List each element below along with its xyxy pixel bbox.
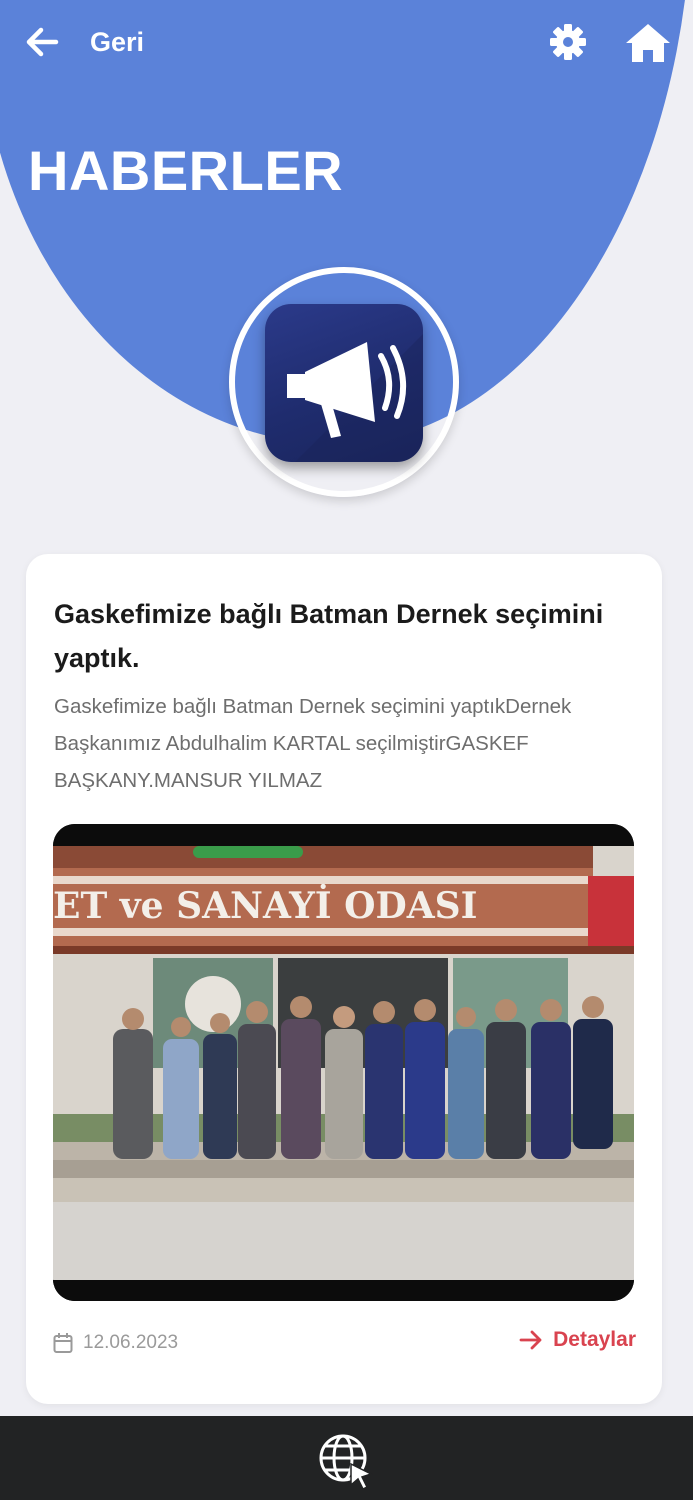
footer-bar (0, 1416, 693, 1500)
top-bar: Geri (0, 0, 693, 90)
photo-sign-text: ET ve SANAYİ ODASI (53, 884, 478, 927)
details-link[interactable]: Detaylar (519, 1328, 636, 1352)
back-button[interactable]: Geri (24, 22, 144, 62)
news-title: Gaskefimize bağlı Batman Dernek seçimini… (54, 599, 604, 673)
home-icon[interactable] (624, 22, 672, 64)
megaphone-icon (287, 334, 423, 462)
news-badge (265, 304, 423, 462)
gear-icon[interactable] (548, 22, 588, 62)
details-label: Detaylar (553, 1328, 636, 1351)
news-card[interactable]: Gaskefimize bağlı Batman Dernek seçimini… (26, 554, 662, 1404)
arrow-right-icon (519, 1330, 542, 1350)
globe-cursor-icon[interactable] (315, 1430, 375, 1490)
news-photo[interactable]: ET ve SANAYİ ODASI (53, 824, 634, 1301)
page-title: HABERLER (28, 139, 344, 202)
news-date-text: 12.06.2023 (83, 1332, 179, 1353)
news-description: Gaskefimize bağlı Batman Dernek seçimini… (54, 695, 572, 792)
news-photo-image: ET ve SANAYİ ODASI (53, 824, 634, 1301)
calendar-icon (53, 1333, 73, 1353)
news-date: 12.06.2023 (53, 1332, 178, 1354)
back-label: Geri (90, 26, 145, 57)
arrow-left-icon (26, 27, 59, 57)
